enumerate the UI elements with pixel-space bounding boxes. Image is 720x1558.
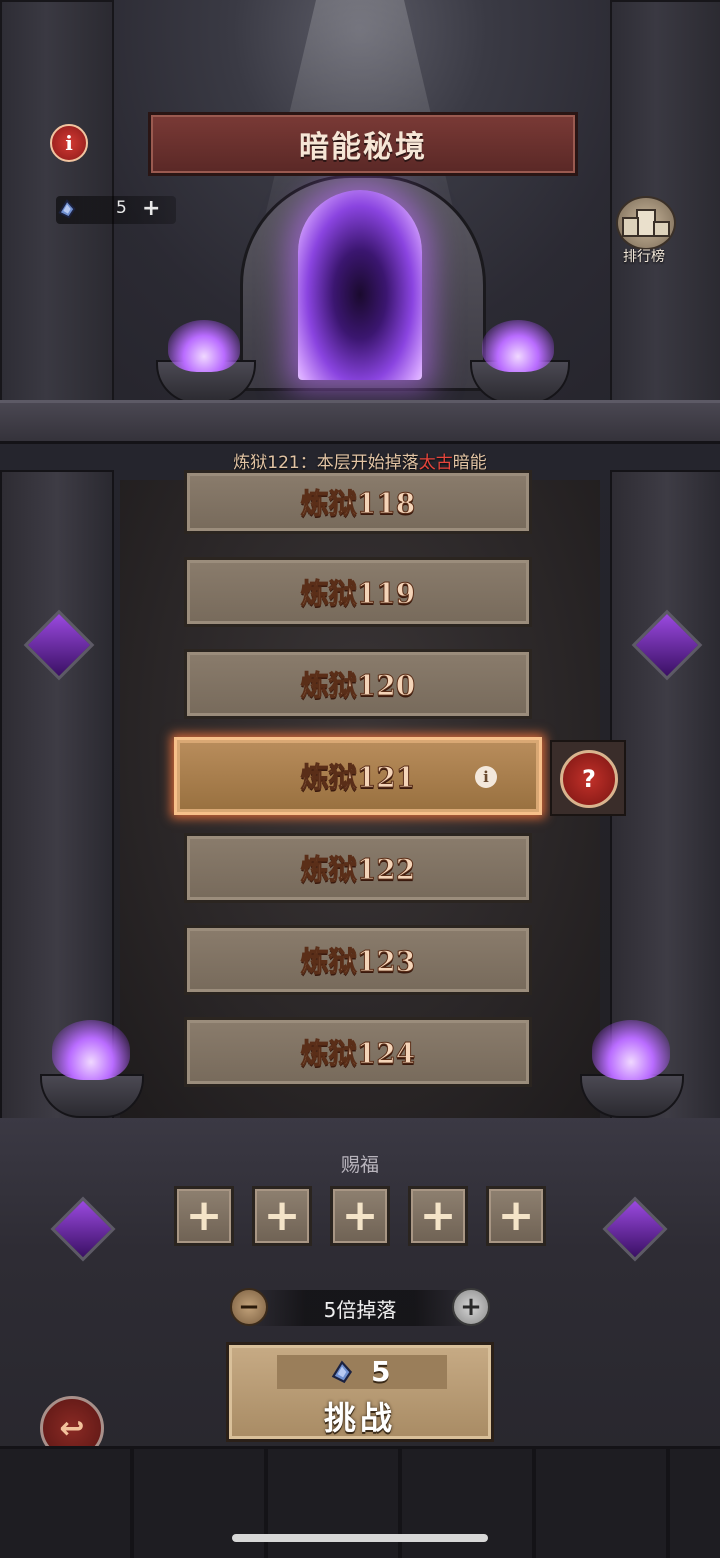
game-scene: 暗能秘境 i 5 + 排行榜 炼狱121：本层开始掉落太古暗能 炼狱118 炼狱… bbox=[0, 0, 720, 1558]
level-item-121-selected[interactable]: 炼狱121 i bbox=[174, 737, 542, 815]
dark-portal bbox=[298, 190, 422, 380]
level-item-118[interactable]: 炼狱118 bbox=[184, 470, 532, 534]
dark-energy-cost-icon bbox=[331, 1360, 353, 1384]
blessing-slot-5[interactable]: + bbox=[486, 1186, 546, 1246]
ranking-label: 排行榜 bbox=[623, 249, 665, 265]
blessing-label: 赐福 bbox=[340, 1154, 379, 1176]
level-item-119[interactable]: 炼狱119 bbox=[184, 557, 532, 627]
level-info-icon[interactable]: i bbox=[475, 766, 497, 788]
increase-multiplier-button[interactable]: + bbox=[452, 1288, 490, 1326]
challenge-label: 挑战 bbox=[323, 1399, 396, 1437]
back-arrow-icon: ↩ bbox=[59, 1410, 85, 1446]
blessing-slot-4[interactable]: + bbox=[408, 1186, 468, 1246]
dark-energy-icon bbox=[58, 199, 76, 219]
question-mark-icon: ? bbox=[560, 750, 618, 808]
podium-icon bbox=[616, 196, 676, 250]
lower-flame-left bbox=[52, 1020, 130, 1080]
level-item-122[interactable]: 炼狱122 bbox=[184, 833, 532, 903]
info-icon[interactable]: i bbox=[50, 124, 88, 162]
decrease-multiplier-button[interactable]: − bbox=[230, 1288, 268, 1326]
level-item-120[interactable]: 炼狱120 bbox=[184, 649, 532, 719]
challenge-button[interactable]: 5 挑战 bbox=[226, 1342, 494, 1442]
add-currency-button[interactable]: + bbox=[142, 196, 160, 221]
title-banner: 暗能秘境 bbox=[148, 112, 578, 176]
drop-multiplier-text: 5倍掉落 bbox=[323, 1298, 397, 1322]
lower-flame-right bbox=[592, 1020, 670, 1080]
level-item-124[interactable]: 炼狱124 bbox=[184, 1017, 532, 1087]
mystery-reward-button[interactable]: ? bbox=[550, 740, 626, 816]
page-title: 暗能秘境 bbox=[299, 130, 427, 165]
level-item-123[interactable]: 炼狱123 bbox=[184, 925, 532, 995]
challenge-cost: 5 bbox=[371, 1355, 391, 1388]
home-indicator[interactable] bbox=[232, 1534, 488, 1542]
purple-flame-right bbox=[482, 320, 554, 372]
stone-ledge bbox=[0, 400, 720, 444]
cost-bar bbox=[277, 1355, 447, 1389]
blessing-slot-1[interactable]: + bbox=[174, 1186, 234, 1246]
blessing-slot-3[interactable]: + bbox=[330, 1186, 390, 1246]
purple-flame-left bbox=[168, 320, 240, 372]
blessing-slot-2[interactable]: + bbox=[252, 1186, 312, 1246]
ranking-button[interactable]: 排行榜 bbox=[610, 196, 678, 266]
currency-count: 5 bbox=[116, 198, 127, 218]
